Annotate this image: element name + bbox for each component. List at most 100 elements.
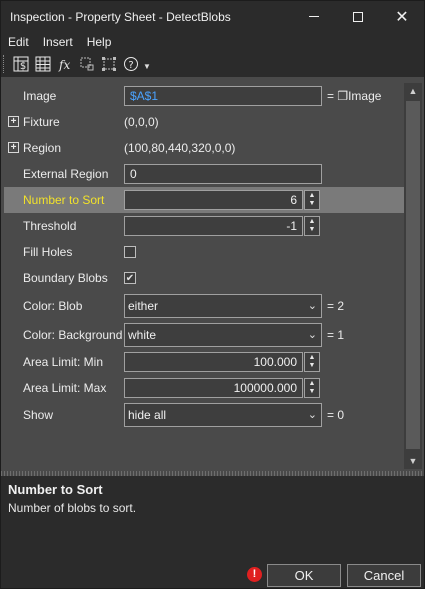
color-blob-select[interactable]: either ⌄ xyxy=(124,294,322,318)
spin-up-icon[interactable]: ▲ xyxy=(309,354,316,362)
threshold-field[interactable]: -1 xyxy=(124,216,303,236)
maximize-button[interactable] xyxy=(336,1,380,32)
spin-up-icon[interactable]: ▲ xyxy=(309,218,316,226)
svg-text:?: ? xyxy=(128,60,133,71)
prop-row-fill-holes[interactable]: Fill Holes xyxy=(4,239,404,265)
menu-bar: Edit Insert Help xyxy=(1,32,424,51)
prop-label: Color: Blob xyxy=(23,299,83,313)
fill-holes-checkbox[interactable] xyxy=(124,246,136,258)
prop-row-color-background[interactable]: Color: Background white ⌄ = 1 xyxy=(4,321,404,349)
table-icon[interactable] xyxy=(32,53,54,75)
spin-down-icon[interactable]: ▼ xyxy=(309,388,316,396)
scroll-down-icon[interactable]: ▼ xyxy=(404,453,422,469)
prop-label: External Region xyxy=(23,167,109,181)
function-icon[interactable]: fx xyxy=(54,53,76,75)
region-value: (100,80,440,320,0,0) xyxy=(124,141,236,155)
toolbar-options-icon[interactable]: ▼ xyxy=(142,53,152,75)
property-grid: Image $A$1 = ❐Image + Fixture (0,0,0) + … xyxy=(4,83,404,469)
prop-label: Show xyxy=(23,408,54,422)
warning-icon[interactable]: ! xyxy=(247,567,262,582)
checkmark-icon: ✔ xyxy=(125,272,135,284)
number-to-sort-spinner[interactable]: ▲ ▼ xyxy=(304,190,320,210)
prop-row-threshold[interactable]: Threshold -1 ▲ ▼ xyxy=(4,213,404,239)
prop-label: Color: Background xyxy=(23,328,123,342)
color-background-select[interactable]: white ⌄ xyxy=(124,323,322,347)
window-title: Inspection - Property Sheet - DetectBlob… xyxy=(10,9,231,24)
close-button[interactable]: ✕ xyxy=(380,1,424,32)
chevron-down-icon[interactable]: ⌄ xyxy=(308,404,317,426)
area-max-field[interactable]: 100000.000 xyxy=(124,378,303,398)
boundary-blobs-checkbox[interactable]: ✔ xyxy=(124,272,136,284)
property-sheet-window: Inspection - Property Sheet - DetectBlob… xyxy=(0,0,425,589)
prop-row-external-region[interactable]: External Region 0 xyxy=(4,161,404,187)
help-icon[interactable]: ? xyxy=(120,53,142,75)
area-max-spinner[interactable]: ▲ ▼ xyxy=(304,378,320,398)
expand-region-button[interactable]: + xyxy=(8,142,19,153)
svg-text:$: $ xyxy=(20,61,26,72)
prop-label: Area Limit: Min xyxy=(23,355,104,369)
image-field[interactable]: $A$1 xyxy=(124,86,322,106)
spin-up-icon[interactable]: ▲ xyxy=(309,380,316,388)
color-background-value: white xyxy=(128,328,157,342)
scroll-thumb[interactable] xyxy=(406,101,420,449)
prop-label: Fill Holes xyxy=(23,245,73,259)
minimize-button[interactable] xyxy=(292,1,336,32)
toolbar: $ fx ? ▼ xyxy=(1,51,424,77)
prop-label: Boundary Blobs xyxy=(23,271,108,285)
area-min-spinner[interactable]: ▲ ▼ xyxy=(304,352,320,372)
toolbar-grip[interactable] xyxy=(3,55,6,73)
prop-label: Area Limit: Max xyxy=(23,381,107,395)
area-min-field[interactable]: 100.000 xyxy=(124,352,303,372)
svg-text:fx: fx xyxy=(58,58,70,72)
prop-row-area-max[interactable]: Area Limit: Max 100000.000 ▲ ▼ xyxy=(4,375,404,401)
title-bar: Inspection - Property Sheet - DetectBlob… xyxy=(1,1,424,32)
description-title: Number to Sort xyxy=(8,482,103,497)
fixture-value: (0,0,0) xyxy=(124,115,159,129)
spin-down-icon[interactable]: ▼ xyxy=(309,226,316,234)
prop-label: Threshold xyxy=(23,219,77,233)
ok-button[interactable]: OK xyxy=(267,564,341,587)
prop-row-fixture[interactable]: + Fixture (0,0,0) xyxy=(4,109,404,135)
select-region-icon[interactable] xyxy=(76,53,98,75)
prop-row-color-blob[interactable]: Color: Blob either ⌄ = 2 xyxy=(4,291,404,321)
menu-help[interactable]: Help xyxy=(80,35,119,49)
spreadsheet-dollar-icon[interactable]: $ xyxy=(10,53,32,75)
color-background-suffix: = 1 xyxy=(327,328,345,342)
threshold-spinner[interactable]: ▲ ▼ xyxy=(304,216,320,236)
color-blob-value: either xyxy=(128,299,159,313)
prop-row-region[interactable]: + Region (100,80,440,320,0,0) xyxy=(4,135,404,161)
chevron-down-icon[interactable]: ⌄ xyxy=(308,324,317,346)
menu-insert[interactable]: Insert xyxy=(36,35,80,49)
show-suffix: = 0 xyxy=(327,408,345,422)
cancel-button[interactable]: Cancel xyxy=(347,564,421,587)
show-value: hide all xyxy=(128,408,167,422)
vertical-scrollbar[interactable]: ▲ ▼ xyxy=(404,83,422,469)
fit-region-icon[interactable] xyxy=(98,53,120,75)
scroll-up-icon[interactable]: ▲ xyxy=(404,83,422,99)
description-text: Number of blobs to sort. xyxy=(8,501,137,515)
prop-row-area-min[interactable]: Area Limit: Min 100.000 ▲ ▼ xyxy=(4,349,404,375)
prop-row-image[interactable]: Image $A$1 = ❐Image xyxy=(4,83,404,109)
image-suffix: = ❐Image xyxy=(327,89,382,103)
spin-up-icon[interactable]: ▲ xyxy=(309,192,316,200)
spin-down-icon[interactable]: ▼ xyxy=(309,200,316,208)
prop-row-show[interactable]: Show hide all ⌄ = 0 xyxy=(4,401,404,429)
description-panel: Number to Sort Number of blobs to sort. xyxy=(1,476,424,562)
prop-label: Fixture xyxy=(23,115,60,129)
show-select[interactable]: hide all ⌄ xyxy=(124,403,322,427)
chevron-down-icon[interactable]: ⌄ xyxy=(308,295,317,317)
prop-label: Region xyxy=(23,141,62,155)
prop-label: Image xyxy=(23,89,57,103)
minimize-icon xyxy=(309,16,319,17)
close-icon: ✕ xyxy=(395,8,409,26)
number-to-sort-field[interactable]: 6 xyxy=(124,190,303,210)
external-region-field[interactable]: 0 xyxy=(124,164,322,184)
prop-row-boundary-blobs[interactable]: Boundary Blobs ✔ xyxy=(4,265,404,291)
prop-label: Number to Sort xyxy=(23,193,105,207)
prop-row-number-to-sort[interactable]: Number to Sort 6 ▲ ▼ xyxy=(4,187,404,213)
menu-edit[interactable]: Edit xyxy=(1,35,36,49)
spin-down-icon[interactable]: ▼ xyxy=(309,362,316,370)
maximize-icon xyxy=(353,11,363,22)
dialog-footer: ! OK Cancel xyxy=(1,562,424,588)
expand-fixture-button[interactable]: + xyxy=(8,116,19,127)
